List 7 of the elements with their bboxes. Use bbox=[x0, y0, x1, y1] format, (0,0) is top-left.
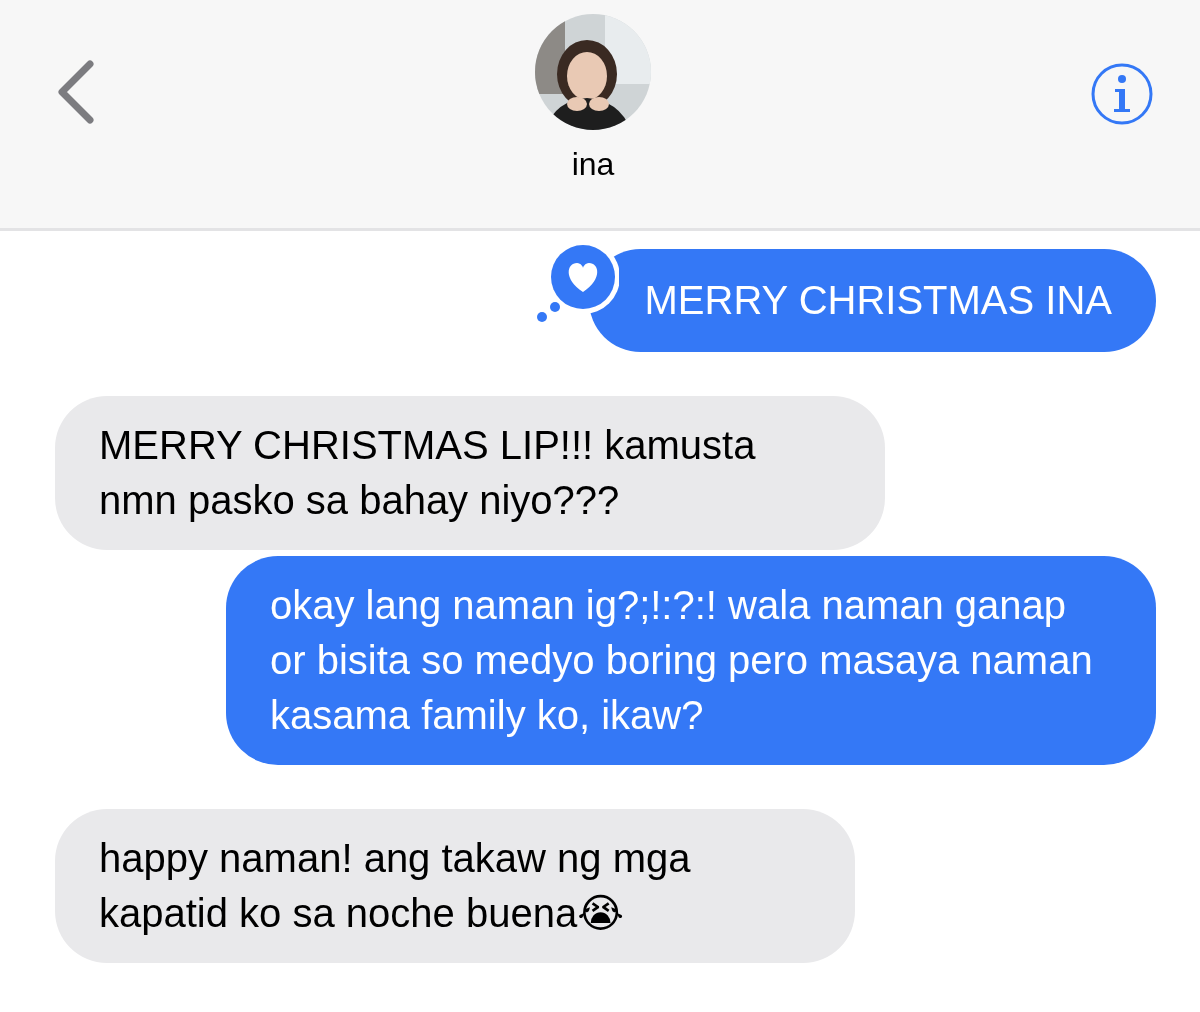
message-bubble: MERRY CHRISTMAS INA bbox=[588, 249, 1156, 352]
message-bubble: okay lang naman ig?;!:?:! wala naman ganap or bisita so medyo boring pero masaya naman kasama family ko, ikaw? bbox=[226, 556, 1156, 765]
info-icon[interactable] bbox=[1090, 62, 1154, 126]
message-bubble: happy naman! ang takaw ng mga kapatid ko sa noche buena😭 bbox=[55, 809, 855, 963]
message-bubble: MERRY CHRISTMAS LIP!!! kamusta nmn pasko sa bahay niyo??? bbox=[55, 396, 885, 550]
contact-name: ina bbox=[571, 146, 615, 183]
back-chevron-icon[interactable] bbox=[56, 60, 96, 124]
